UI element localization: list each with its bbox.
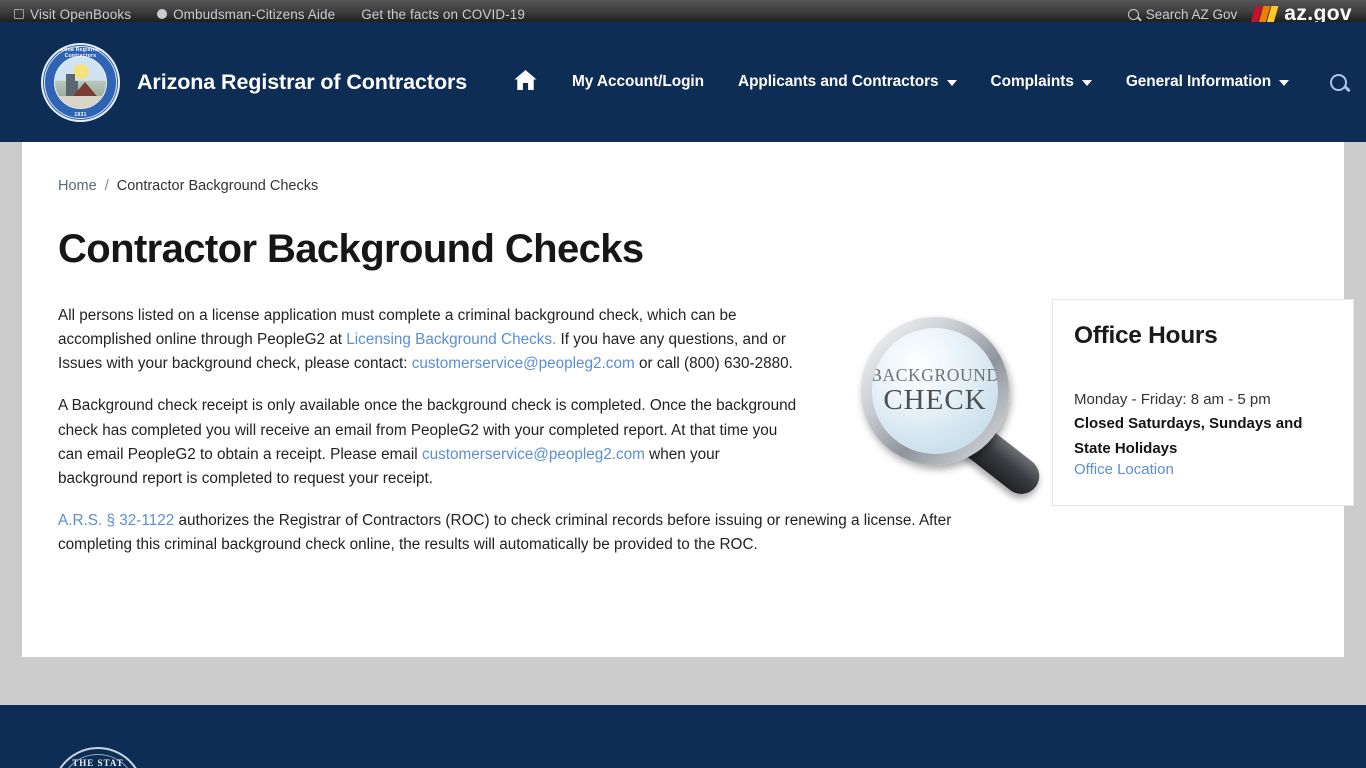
- office-hours-card: Office Hours Monday - Friday: 8 am - 5 p…: [1052, 299, 1354, 506]
- office-hours-title: Office Hours: [1074, 322, 1218, 349]
- licensing-background-checks-link[interactable]: Licensing Background Checks.: [346, 331, 556, 348]
- footer-state-seal: THE STAT: [52, 747, 144, 768]
- nav-item-label: Applicants and Contractors: [738, 73, 939, 90]
- page-content: Home / Contractor Background Checks Cont…: [22, 142, 1354, 657]
- site-header: Arizona Registrar of Contractors 1931 Ar…: [0, 22, 1366, 142]
- nav-item-label: General Information: [1125, 73, 1272, 90]
- customerservice-email-link-2[interactable]: customerservice@peopleg2.com: [422, 446, 645, 463]
- nav-item-home[interactable]: [496, 59, 555, 106]
- az-gov-utility-bar: Visit OpenBooks Ombudsman-Citizens Aide …: [0, 0, 1366, 22]
- magnifier-lens: BACKGROUND CHECK: [872, 328, 998, 454]
- nav-item-label: Complaints: [990, 73, 1074, 90]
- nav-item-complaints[interactable]: Complaints: [974, 63, 1109, 101]
- paragraph-3-text-b: authorizes the Registrar of Contractors …: [58, 512, 952, 554]
- home-icon: [513, 69, 538, 96]
- topbar-link-label: Ombudsman-Citizens Aide: [173, 6, 336, 22]
- breadcrumb-current: Contractor Background Checks: [116, 178, 319, 194]
- seal-bottom-text: 1931: [74, 111, 87, 118]
- breadcrumb: Home / Contractor Background Checks: [58, 178, 1308, 194]
- roc-seal-logo: Arizona Registrar of Contractors 1931: [41, 42, 120, 122]
- az-gov-flag-icon: [1250, 5, 1282, 22]
- topbar-link-label: Get the facts on COVID-19: [361, 6, 526, 22]
- az-gov-logo[interactable]: az.gov: [1250, 2, 1352, 22]
- page-title: Contractor Background Checks: [58, 227, 644, 271]
- topbar-link-label: Visit OpenBooks: [30, 6, 132, 22]
- site-footer: THE STAT: [0, 705, 1366, 768]
- article-body: All persons listed on a license applicat…: [58, 304, 1047, 575]
- magnifier-ring: BACKGROUND CHECK: [861, 317, 1009, 465]
- magnifier-text-line-2: CHECK: [883, 383, 987, 416]
- office-hours-closed-line-2: State Holidays: [1074, 439, 1178, 457]
- ars-statute-link[interactable]: A.R.S. § 32-1122: [58, 512, 174, 529]
- customerservice-email-link-1[interactable]: customerservice@peopleg2.com: [412, 355, 635, 372]
- nav-item-applicants-and-contractors[interactable]: Applicants and Contractors: [721, 63, 974, 101]
- footer-spacer: [0, 657, 1366, 705]
- chevron-down-icon: [1279, 80, 1290, 86]
- topbar-link-openbooks[interactable]: Visit OpenBooks: [14, 7, 131, 22]
- az-gov-search-label: Search AZ Gov: [1145, 6, 1238, 22]
- breadcrumb-separator: /: [104, 178, 109, 194]
- az-gov-search[interactable]: Search AZ Gov: [1127, 6, 1238, 22]
- magnifier-text-line-1: BACKGROUND: [872, 365, 998, 386]
- search-icon: [1330, 73, 1348, 91]
- ombudsman-dot-icon: [157, 9, 168, 19]
- paragraph-3: A.R.S. § 32-1122 authorizes the Registra…: [58, 509, 1003, 557]
- background-check-magnifier-image: BACKGROUND CHECK: [856, 317, 1052, 505]
- paragraph-1-text-c: or call (800) 630-2880.: [634, 355, 793, 373]
- search-icon: [1127, 8, 1139, 20]
- seal-top-text: Arizona Registrar of Contractors: [53, 46, 108, 59]
- header-search-button[interactable]: [1318, 66, 1359, 99]
- chevron-down-icon: [1081, 80, 1092, 86]
- az-gov-logo-text: az.gov: [1284, 2, 1352, 22]
- nav-item-label: My Account/Login: [572, 73, 705, 90]
- topbar-link-ombudsman[interactable]: Ombudsman-Citizens Aide: [157, 7, 335, 22]
- breadcrumb-home-link[interactable]: Home: [58, 178, 97, 194]
- office-hours-closed-line-1: Closed Saturdays, Sundays and: [1074, 415, 1303, 433]
- paragraph-2: A Background check receipt is only avail…: [58, 394, 798, 491]
- openbooks-square-icon: [14, 9, 24, 19]
- site-title: Arizona Registrar of Contractors: [137, 69, 468, 94]
- nav-item-my-account-login[interactable]: My Account/Login: [555, 63, 721, 101]
- main-navigation: My Account/Login Applicants and Contract…: [496, 59, 1359, 106]
- office-hours-weekday: Monday - Friday: 8 am - 5 pm: [1074, 391, 1271, 408]
- nav-item-general-information[interactable]: General Information: [1109, 63, 1306, 101]
- office-location-link[interactable]: Office Location: [1074, 461, 1174, 478]
- az-gov-links: Visit OpenBooks Ombudsman-Citizens Aide …: [14, 7, 525, 22]
- chevron-down-icon: [946, 80, 957, 86]
- footer-seal-text: THE STAT: [72, 758, 124, 768]
- site-brand[interactable]: Arizona Registrar of Contractors 1931 Ar…: [0, 42, 470, 122]
- topbar-link-covid[interactable]: Get the facts on COVID-19: [361, 7, 525, 22]
- paragraph-1: All persons listed on a license applicat…: [58, 304, 798, 376]
